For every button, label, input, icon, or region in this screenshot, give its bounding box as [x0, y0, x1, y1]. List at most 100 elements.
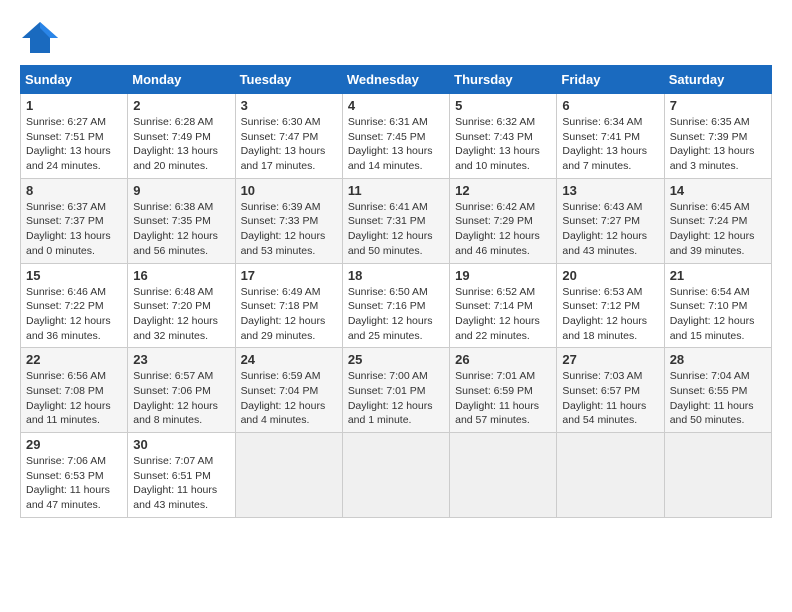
day-info: Sunrise: 6:56 AM Sunset: 7:08 PM Dayligh…	[26, 369, 122, 428]
daylight-value: and 0 minutes.	[26, 245, 95, 257]
sunset-label: Sunset: 7:35 PM	[133, 215, 211, 227]
sunrise-label: Sunrise: 6:49 AM	[241, 286, 321, 298]
daylight-label: Daylight: 13 hours	[26, 230, 111, 242]
sunset-label: Sunset: 7:39 PM	[670, 131, 748, 143]
daylight-value: and 36 minutes.	[26, 330, 101, 342]
sunrise-label: Sunrise: 7:03 AM	[562, 370, 642, 382]
day-number: 14	[670, 183, 766, 198]
calendar-cell: 17 Sunrise: 6:49 AM Sunset: 7:18 PM Dayl…	[235, 263, 342, 348]
day-info: Sunrise: 6:32 AM Sunset: 7:43 PM Dayligh…	[455, 115, 551, 174]
calendar-cell: 3 Sunrise: 6:30 AM Sunset: 7:47 PM Dayli…	[235, 94, 342, 179]
calendar-body: 1 Sunrise: 6:27 AM Sunset: 7:51 PM Dayli…	[21, 94, 772, 518]
day-info: Sunrise: 6:30 AM Sunset: 7:47 PM Dayligh…	[241, 115, 337, 174]
sunset-label: Sunset: 7:16 PM	[348, 300, 426, 312]
day-number: 8	[26, 183, 122, 198]
daylight-value: and 7 minutes.	[562, 160, 631, 172]
day-number: 1	[26, 98, 122, 113]
sunset-label: Sunset: 7:27 PM	[562, 215, 640, 227]
header-day-tuesday: Tuesday	[235, 66, 342, 94]
day-info: Sunrise: 6:41 AM Sunset: 7:31 PM Dayligh…	[348, 200, 444, 259]
calendar-cell: 1 Sunrise: 6:27 AM Sunset: 7:51 PM Dayli…	[21, 94, 128, 179]
sunset-label: Sunset: 7:33 PM	[241, 215, 319, 227]
day-info: Sunrise: 6:35 AM Sunset: 7:39 PM Dayligh…	[670, 115, 766, 174]
sunset-label: Sunset: 6:59 PM	[455, 385, 533, 397]
day-info: Sunrise: 6:42 AM Sunset: 7:29 PM Dayligh…	[455, 200, 551, 259]
day-info: Sunrise: 6:59 AM Sunset: 7:04 PM Dayligh…	[241, 369, 337, 428]
sunrise-label: Sunrise: 6:53 AM	[562, 286, 642, 298]
calendar-cell	[450, 433, 557, 518]
day-number: 24	[241, 352, 337, 367]
calendar-cell: 25 Sunrise: 7:00 AM Sunset: 7:01 PM Dayl…	[342, 348, 449, 433]
calendar-cell: 7 Sunrise: 6:35 AM Sunset: 7:39 PM Dayli…	[664, 94, 771, 179]
daylight-value: and 56 minutes.	[133, 245, 208, 257]
sunrise-label: Sunrise: 6:28 AM	[133, 116, 213, 128]
day-info: Sunrise: 6:31 AM Sunset: 7:45 PM Dayligh…	[348, 115, 444, 174]
daylight-label: Daylight: 13 hours	[455, 145, 540, 157]
calendar-cell: 21 Sunrise: 6:54 AM Sunset: 7:10 PM Dayl…	[664, 263, 771, 348]
daylight-label: Daylight: 11 hours	[455, 400, 539, 412]
daylight-value: and 20 minutes.	[133, 160, 208, 172]
sunset-label: Sunset: 7:45 PM	[348, 131, 426, 143]
header-day-wednesday: Wednesday	[342, 66, 449, 94]
calendar-week-1: 1 Sunrise: 6:27 AM Sunset: 7:51 PM Dayli…	[21, 94, 772, 179]
day-info: Sunrise: 7:00 AM Sunset: 7:01 PM Dayligh…	[348, 369, 444, 428]
daylight-label: Daylight: 13 hours	[26, 145, 111, 157]
sunrise-label: Sunrise: 7:04 AM	[670, 370, 750, 382]
logo-icon	[20, 20, 60, 55]
daylight-value: and 24 minutes.	[26, 160, 101, 172]
day-info: Sunrise: 6:50 AM Sunset: 7:16 PM Dayligh…	[348, 285, 444, 344]
calendar-cell: 8 Sunrise: 6:37 AM Sunset: 7:37 PM Dayli…	[21, 178, 128, 263]
daylight-label: Daylight: 12 hours	[562, 230, 647, 242]
calendar-cell: 14 Sunrise: 6:45 AM Sunset: 7:24 PM Dayl…	[664, 178, 771, 263]
calendar-cell: 12 Sunrise: 6:42 AM Sunset: 7:29 PM Dayl…	[450, 178, 557, 263]
logo	[20, 20, 64, 55]
sunrise-label: Sunrise: 6:48 AM	[133, 286, 213, 298]
sunrise-label: Sunrise: 6:32 AM	[455, 116, 535, 128]
daylight-value: and 43 minutes.	[133, 499, 208, 511]
sunrise-label: Sunrise: 6:50 AM	[348, 286, 428, 298]
daylight-value: and 32 minutes.	[133, 330, 208, 342]
day-number: 6	[562, 98, 658, 113]
daylight-label: Daylight: 12 hours	[241, 315, 326, 327]
calendar-header: SundayMondayTuesdayWednesdayThursdayFrid…	[21, 66, 772, 94]
day-number: 28	[670, 352, 766, 367]
daylight-label: Daylight: 12 hours	[26, 315, 111, 327]
day-number: 27	[562, 352, 658, 367]
header-day-thursday: Thursday	[450, 66, 557, 94]
sunset-label: Sunset: 7:10 PM	[670, 300, 748, 312]
sunset-label: Sunset: 7:41 PM	[562, 131, 640, 143]
sunset-label: Sunset: 7:12 PM	[562, 300, 640, 312]
page-header	[20, 20, 772, 55]
calendar-cell: 10 Sunrise: 6:39 AM Sunset: 7:33 PM Dayl…	[235, 178, 342, 263]
day-number: 12	[455, 183, 551, 198]
daylight-label: Daylight: 12 hours	[348, 400, 433, 412]
sunrise-label: Sunrise: 6:46 AM	[26, 286, 106, 298]
daylight-value: and 4 minutes.	[241, 414, 310, 426]
daylight-label: Daylight: 12 hours	[241, 400, 326, 412]
sunrise-label: Sunrise: 6:52 AM	[455, 286, 535, 298]
daylight-label: Daylight: 13 hours	[670, 145, 755, 157]
calendar-cell: 22 Sunrise: 6:56 AM Sunset: 7:08 PM Dayl…	[21, 348, 128, 433]
sunset-label: Sunset: 7:31 PM	[348, 215, 426, 227]
sunrise-label: Sunrise: 6:30 AM	[241, 116, 321, 128]
sunset-label: Sunset: 7:51 PM	[26, 131, 104, 143]
sunrise-label: Sunrise: 7:00 AM	[348, 370, 428, 382]
calendar-cell: 5 Sunrise: 6:32 AM Sunset: 7:43 PM Dayli…	[450, 94, 557, 179]
day-info: Sunrise: 6:38 AM Sunset: 7:35 PM Dayligh…	[133, 200, 229, 259]
day-number: 22	[26, 352, 122, 367]
calendar-cell: 30 Sunrise: 7:07 AM Sunset: 6:51 PM Dayl…	[128, 433, 235, 518]
calendar-cell	[235, 433, 342, 518]
calendar-cell: 13 Sunrise: 6:43 AM Sunset: 7:27 PM Dayl…	[557, 178, 664, 263]
daylight-label: Daylight: 12 hours	[241, 230, 326, 242]
day-info: Sunrise: 6:53 AM Sunset: 7:12 PM Dayligh…	[562, 285, 658, 344]
daylight-label: Daylight: 12 hours	[348, 230, 433, 242]
day-number: 2	[133, 98, 229, 113]
day-number: 11	[348, 183, 444, 198]
calendar-cell	[342, 433, 449, 518]
sunset-label: Sunset: 7:01 PM	[348, 385, 426, 397]
sunrise-label: Sunrise: 7:06 AM	[26, 455, 106, 467]
daylight-value: and 18 minutes.	[562, 330, 637, 342]
header-row: SundayMondayTuesdayWednesdayThursdayFrid…	[21, 66, 772, 94]
calendar-cell: 4 Sunrise: 6:31 AM Sunset: 7:45 PM Dayli…	[342, 94, 449, 179]
daylight-value: and 11 minutes.	[26, 414, 100, 426]
